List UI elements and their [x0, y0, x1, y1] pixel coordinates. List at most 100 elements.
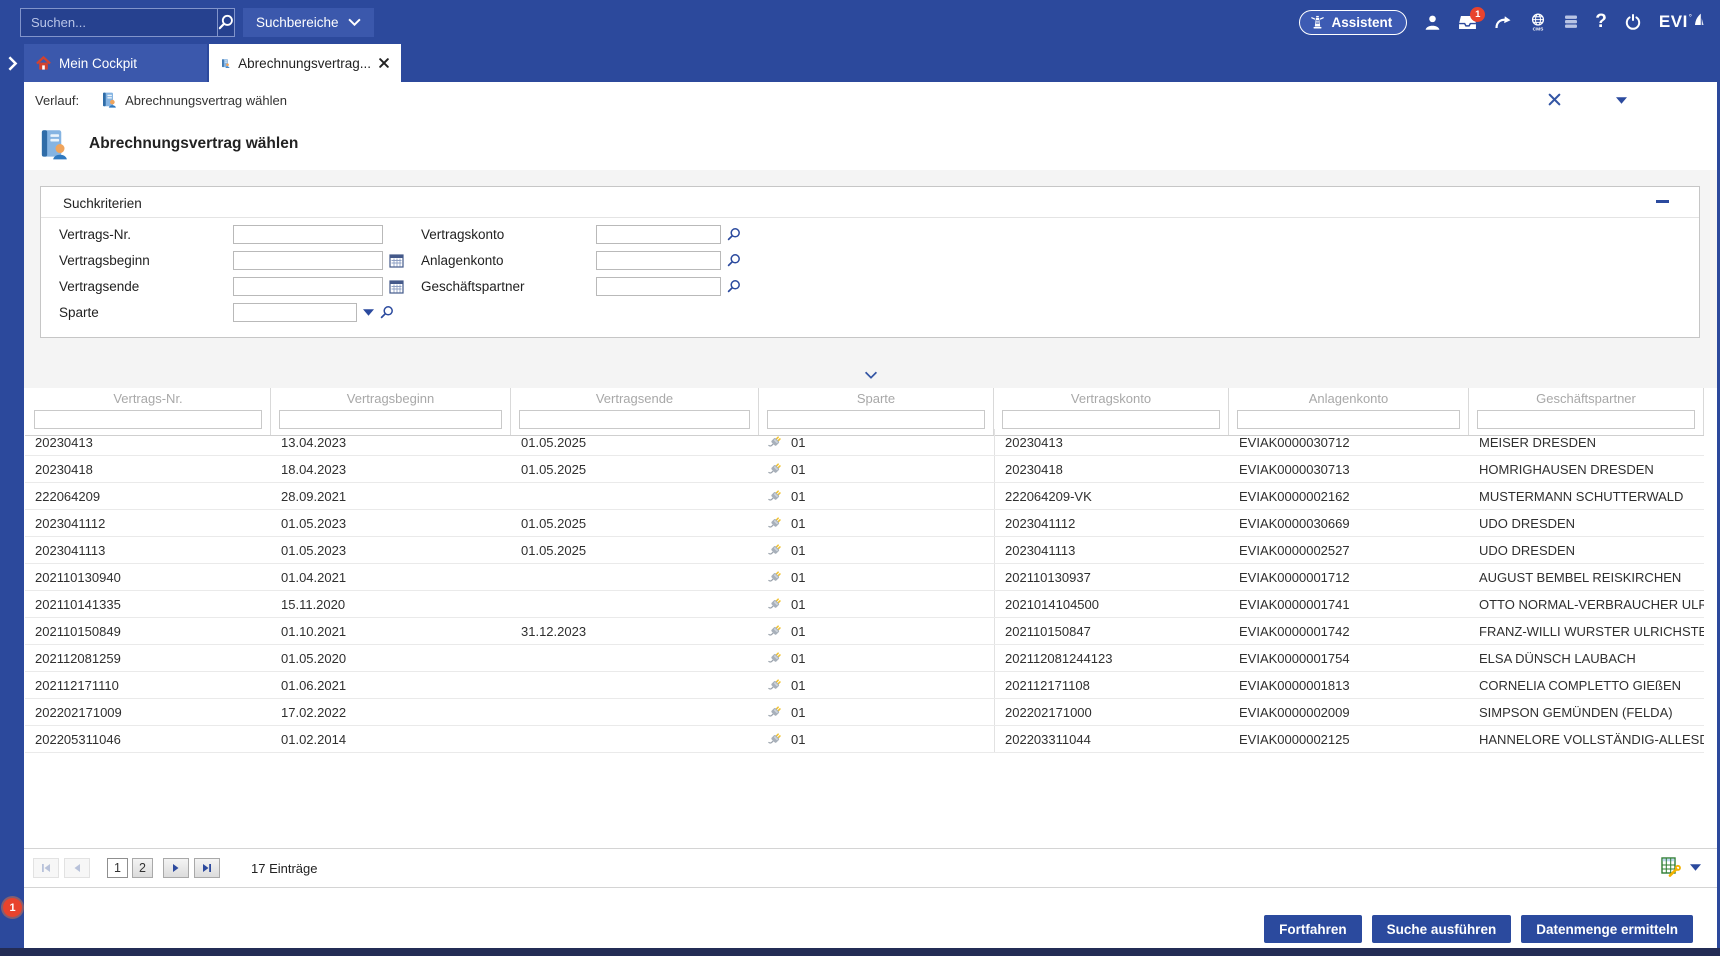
datenmenge-ermitteln-button[interactable]: Datenmenge ermitteln: [1521, 915, 1693, 943]
filter-input-vertragskonto[interactable]: [1002, 410, 1220, 429]
help-button[interactable]: ?: [1595, 11, 1607, 33]
column-header-vertragsbeginn[interactable]: Vertragsbeginn: [271, 388, 511, 435]
globe-icon[interactable]: CMS: [1529, 13, 1547, 32]
global-search[interactable]: [20, 8, 235, 37]
export-icon[interactable]: [1661, 857, 1681, 877]
search-section: Suchkriterien Vertrags-Nr. Vertragsbegin…: [24, 170, 1717, 388]
column-header-vertragsende[interactable]: Vertragsende: [511, 388, 759, 435]
column-header-geschaeftspartner[interactable]: Geschäftspartner: [1469, 388, 1704, 435]
user-icon[interactable]: [1424, 14, 1441, 31]
search-icon[interactable]: [380, 305, 394, 319]
inbox-icon[interactable]: 1: [1458, 14, 1477, 31]
filter-input-vertragsbeginn[interactable]: [279, 410, 502, 429]
power-icon[interactable]: [1624, 13, 1642, 31]
cell-sparte: 01: [759, 537, 994, 563]
column-header-sparte[interactable]: Sparte: [759, 388, 994, 435]
cell-vertrags-nr: 202110141335: [25, 591, 271, 617]
column-label: Sparte: [759, 391, 993, 406]
sparte-input[interactable]: [233, 303, 357, 322]
search-icon[interactable]: [727, 279, 741, 293]
vertragsbeginn-input[interactable]: [233, 251, 383, 270]
vertragskonto-input[interactable]: [596, 225, 721, 244]
table-tools: [1661, 857, 1701, 877]
chevron-down-icon[interactable]: [864, 366, 877, 384]
history-bar: Verlauf: Abrechnungsvertrag wählen: [24, 82, 1717, 118]
dropdown-icon[interactable]: [363, 309, 374, 316]
table-row[interactable]: 22206420928.09.202101222064209-VKEVIAK00…: [25, 483, 1704, 510]
search-icon[interactable]: [217, 9, 234, 36]
contract-icon: [221, 55, 230, 72]
bottom-window-edge: [0, 948, 1720, 956]
footer-actions: Fortfahren Suche ausführen Datenmenge er…: [1264, 915, 1693, 943]
cell-vertragsbeginn: 01.10.2021: [271, 618, 511, 644]
search-input[interactable]: [21, 15, 217, 30]
close-icon[interactable]: [1548, 93, 1561, 106]
database-icon[interactable]: [1564, 14, 1578, 30]
table-row[interactable]: 20220217100917.02.202201202202171000EVIA…: [25, 699, 1704, 726]
fortfahren-button[interactable]: Fortfahren: [1264, 915, 1362, 943]
field-label: Geschäftspartner: [421, 279, 525, 294]
notification-badge[interactable]: 1: [3, 898, 22, 917]
first-page-button[interactable]: [33, 858, 59, 878]
chevron-right-icon[interactable]: [0, 44, 24, 82]
contract-icon: [101, 92, 117, 108]
calendar-icon[interactable]: [389, 253, 404, 268]
page-button-2[interactable]: 2: [132, 858, 153, 878]
anlagenkonto-input[interactable]: [596, 251, 721, 270]
geschaeftspartner-input[interactable]: [596, 277, 721, 296]
previous-page-button[interactable]: [64, 858, 90, 878]
table-row[interactable]: 20211217111001.06.202101202112171108EVIA…: [25, 672, 1704, 699]
page-button-1[interactable]: 1: [107, 858, 128, 878]
table-row[interactable]: 20211014133515.11.2020012021014104500EVI…: [25, 591, 1704, 618]
filter-input-anlagenkonto[interactable]: [1237, 410, 1460, 429]
vertragsende-input[interactable]: [233, 277, 383, 296]
page-numbers: 1 2: [107, 858, 153, 878]
cell-vertragsende: [511, 564, 759, 590]
cell-geschaeftspartner: MEISER DRESDEN: [1469, 429, 1704, 455]
filter-input-geschaeftspartner[interactable]: [1477, 410, 1695, 429]
dropdown-icon[interactable]: [1616, 97, 1627, 104]
table-row[interactable]: 2023041818.04.202301.05.20250120230418EV…: [25, 456, 1704, 483]
plug-icon: [767, 462, 782, 477]
cell-anlagenkonto: EVIAK0000002009: [1229, 699, 1469, 725]
cell-vertragsbeginn: 01.05.2020: [271, 645, 511, 671]
table-row[interactable]: 20220531104601.02.201401202203311044EVIA…: [25, 726, 1704, 753]
tab-label: Abrechnungsvertrag...: [238, 56, 371, 71]
cell-sparte: 01: [759, 483, 994, 509]
vertrags-nr-input[interactable]: [233, 225, 383, 244]
column-header-vertragskonto[interactable]: Vertragskonto: [994, 388, 1229, 435]
cell-geschaeftspartner: UDO DRESDEN: [1469, 510, 1704, 536]
redo-arrow-icon[interactable]: [1494, 15, 1512, 30]
table-row[interactable]: 202304111201.05.202301.05.20250120230411…: [25, 510, 1704, 537]
tab-mein-cockpit[interactable]: Mein Cockpit: [24, 44, 207, 82]
table-row[interactable]: 2023041313.04.202301.05.20250120230413EV…: [25, 429, 1704, 456]
last-page-button[interactable]: [194, 858, 220, 878]
column-header-vertrags-nr[interactable]: Vertrags-Nr.: [25, 388, 271, 435]
history-entry[interactable]: Abrechnungsvertrag wählen: [125, 93, 287, 108]
column-label: Vertrags-Nr.: [26, 391, 270, 406]
search-icon[interactable]: [727, 253, 741, 267]
calendar-icon[interactable]: [389, 279, 404, 294]
plug-icon: [767, 435, 782, 450]
next-page-button[interactable]: [163, 858, 189, 878]
tab-abrechnungsvertrag[interactable]: Abrechnungsvertrag...: [209, 44, 401, 82]
search-icon[interactable]: [727, 227, 741, 241]
dropdown-icon[interactable]: [1690, 864, 1701, 871]
filter-input-vertrags-nr[interactable]: [34, 410, 262, 429]
table-row[interactable]: 20211208125901.05.202001202112081244123E…: [25, 645, 1704, 672]
table-row[interactable]: 202304111301.05.202301.05.20250120230411…: [25, 537, 1704, 564]
cell-sparte: 01: [759, 591, 994, 617]
field-label: Vertragsende: [59, 279, 139, 294]
table-row[interactable]: 20211015084901.10.202131.12.202301202110…: [25, 618, 1704, 645]
cell-sparte: 01: [759, 672, 994, 698]
assistant-button[interactable]: Assistent: [1299, 10, 1408, 35]
search-scope-button[interactable]: Suchbereiche: [243, 8, 374, 37]
minus-icon[interactable]: [1656, 200, 1669, 203]
table-row[interactable]: 20211013094001.04.202101202110130937EVIA…: [25, 564, 1704, 591]
close-icon[interactable]: [379, 58, 389, 68]
filter-input-sparte[interactable]: [767, 410, 985, 429]
filter-input-vertragsende[interactable]: [519, 410, 750, 429]
column-header-anlagenkonto[interactable]: Anlagenkonto: [1229, 388, 1469, 435]
suche-ausfuehren-button[interactable]: Suche ausführen: [1372, 915, 1512, 943]
brand-logo[interactable]: EVI °: [1659, 12, 1704, 32]
